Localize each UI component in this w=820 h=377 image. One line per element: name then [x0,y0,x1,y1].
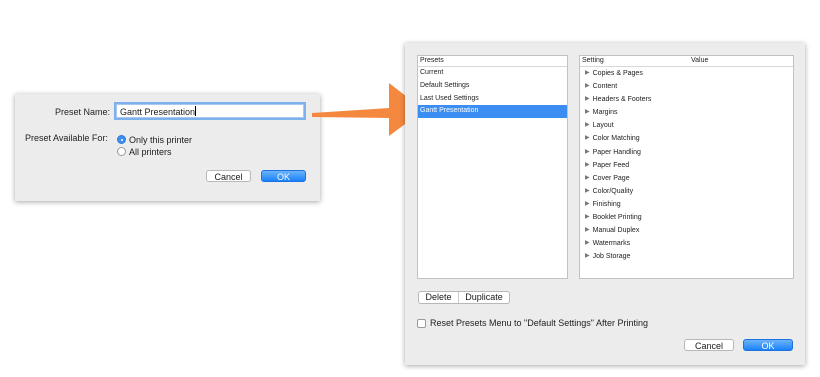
preset-actions: Delete Duplicate [418,291,510,304]
setting-row[interactable]: ▶ Margins [580,106,793,119]
presets-dialog: Presets Current Default Settings Last Us… [405,43,805,365]
settings-header: Setting Value [580,56,793,67]
setting-row[interactable]: ▶ Paper Feed [580,159,793,172]
presets-cancel-button[interactable]: Cancel [684,339,734,351]
disclosure-triangle-icon[interactable]: ▶ [585,159,590,172]
presets-list[interactable]: Presets Current Default Settings Last Us… [417,55,568,279]
setting-row[interactable]: ▶ Layout [580,119,793,132]
preset-name-value: Gantt Presentation [120,107,196,117]
setting-label: Manual Duplex [592,227,640,235]
setting-label: Headers & Footers [592,96,652,104]
setting-row[interactable]: ▶ Watermarks [580,237,793,250]
setting-column-header: Setting [582,57,604,64]
radio-off-icon[interactable] [117,147,126,156]
text-caret [195,106,197,116]
preset-item-current[interactable]: Current [418,67,567,80]
setting-row[interactable]: ▶ Job Storage [580,250,793,263]
setting-row[interactable]: ▶ Headers & Footers [580,93,793,106]
setting-label: Content [592,83,618,91]
save-cancel-button[interactable]: Cancel [206,170,251,182]
disclosure-triangle-icon[interactable]: ▶ [585,237,590,250]
setting-row[interactable]: ▶ Booklet Printing [580,211,793,224]
setting-label: Paper Feed [592,161,630,169]
disclosure-triangle-icon[interactable]: ▶ [585,211,590,224]
disclosure-triangle-icon[interactable]: ▶ [585,93,590,106]
settings-list[interactable]: Setting Value ▶ Copies & Pages ▶ Content ▶… [579,55,794,279]
reset-presets-label: Reset Presets Menu to "Default Settings"… [430,318,648,328]
disclosure-triangle-icon[interactable]: ▶ [585,224,590,237]
radio-only-this-printer-label: Only this printer [129,134,193,145]
save-preset-dialog: Preset Name: Gantt Presentation Preset A… [15,94,320,201]
disclosure-triangle-icon[interactable]: ▶ [585,250,590,263]
disclosure-triangle-icon[interactable]: ▶ [585,172,590,185]
setting-label: Watermarks [592,240,631,248]
preset-name-label: Preset Name: [55,107,111,117]
radio-all-printers[interactable]: All printers [117,146,172,157]
setting-label: Job Storage [592,253,631,261]
setting-label: Color Matching [592,135,640,143]
settings-rows: ▶ Copies & Pages ▶ Content ▶ Headers & Foot… [580,67,793,263]
setting-label: Margins [592,109,618,117]
radio-all-printers-label: All printers [129,146,172,157]
disclosure-triangle-icon[interactable]: ▶ [585,80,590,93]
setting-label: Color/Quality [592,187,634,195]
preset-item-gantt-presentation[interactable]: Gantt Presentation [418,105,567,119]
setting-row[interactable]: ▶ Color/Quality [580,185,793,198]
disclosure-triangle-icon[interactable]: ▶ [585,119,590,132]
checkbox-icon[interactable] [417,318,426,328]
setting-label: Copies & Pages [592,70,643,77]
value-column-header: Value [691,57,709,64]
radio-only-this-printer[interactable]: Only this printer [117,134,192,145]
setting-row[interactable]: ▶ Color Matching [580,132,793,145]
setting-row[interactable]: ▶ Manual Duplex [580,224,793,237]
delete-button[interactable]: Delete [419,292,458,303]
disclosure-triangle-icon[interactable]: ▶ [585,132,590,145]
radio-on-icon[interactable] [117,135,126,144]
setting-label: Booklet Printing [592,214,642,222]
setting-row[interactable]: ▶ Content [580,80,793,93]
preset-item-default-settings[interactable]: Default Settings [418,80,567,93]
disclosure-triangle-icon[interactable]: ▶ [585,106,590,119]
disclosure-triangle-icon[interactable]: ▶ [585,185,590,198]
setting-label: Finishing [592,200,621,208]
setting-row[interactable]: ▶ Finishing [580,198,793,211]
setting-row[interactable]: ▶ Cover Page [580,172,793,185]
setting-row[interactable]: ▶ Copies & Pages [580,67,793,80]
preset-name-input[interactable]: Gantt Presentation [116,104,304,118]
save-ok-button[interactable]: OK [261,170,306,182]
duplicate-button[interactable]: Duplicate [458,292,509,303]
setting-row[interactable]: ▶ Paper Handling [580,146,793,159]
setting-label: Layout [592,122,614,130]
preset-item-last-used[interactable]: Last Used Settings [418,93,567,106]
presets-ok-button[interactable]: OK [743,339,793,351]
disclosure-triangle-icon[interactable]: ▶ [585,198,590,211]
disclosure-triangle-icon[interactable]: ▶ [585,67,590,80]
disclosure-triangle-icon[interactable]: ▶ [585,146,590,159]
setting-label: Paper Handling [592,148,641,156]
reset-presets-row[interactable]: Reset Presets Menu to "Default Settings"… [417,318,648,328]
presets-header: Presets [418,56,567,67]
preset-available-label: Preset Available For: [25,133,108,143]
setting-label: Cover Page [592,174,630,182]
